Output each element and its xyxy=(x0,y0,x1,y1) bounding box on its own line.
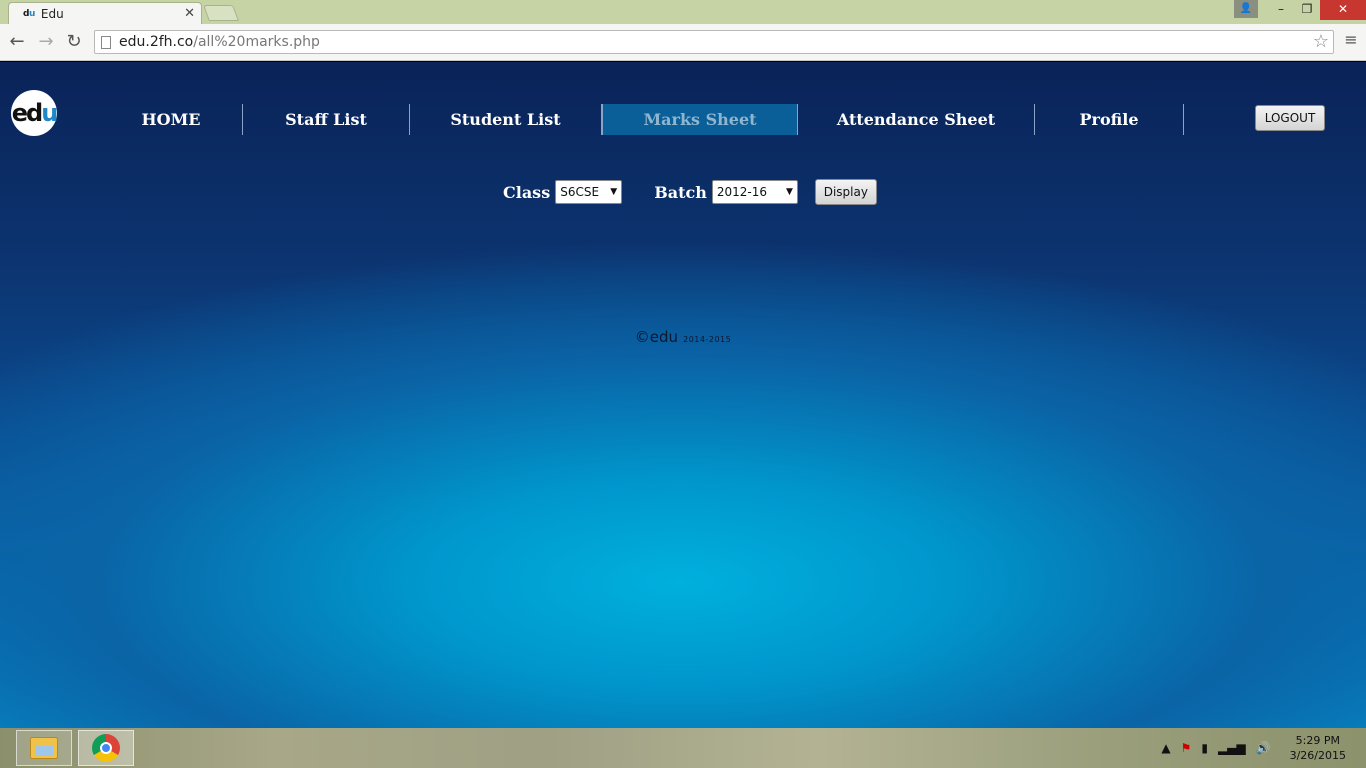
reload-icon[interactable]: ↻ xyxy=(62,30,86,54)
clock-date: 3/26/2015 xyxy=(1289,749,1346,762)
restore-icon[interactable]: ❐ xyxy=(1294,0,1320,20)
page-icon xyxy=(101,35,111,49)
tab-title: Edu xyxy=(40,6,64,21)
show-hidden-icons-icon[interactable]: ▲ xyxy=(1161,741,1170,755)
logout-button[interactable]: LOGOUT xyxy=(1255,105,1325,131)
action-center-flag-icon[interactable]: ⚑ xyxy=(1181,741,1192,755)
batch-select[interactable]: 2012-16 ▼ xyxy=(711,180,798,204)
display-button[interactable]: Display xyxy=(814,179,877,205)
nav-attendance-sheet[interactable]: Attendance Sheet xyxy=(798,104,1035,135)
window-close-icon[interactable]: ✕ xyxy=(1320,0,1366,20)
volume-icon[interactable]: 🔊 xyxy=(1256,741,1271,755)
dropdown-arrow-icon: ▼ xyxy=(785,187,793,197)
page-footer: ©edu 2014-2015 xyxy=(0,327,1366,346)
battery-icon[interactable]: ▮ xyxy=(1201,741,1208,755)
window-controls: – ❐ ✕ xyxy=(1268,0,1366,20)
bookmark-star-icon[interactable]: ☆ xyxy=(1313,31,1329,53)
nav-staff-list[interactable]: Staff List xyxy=(243,104,410,135)
footer-copyright: ©edu xyxy=(634,328,679,346)
folder-icon xyxy=(30,737,58,759)
nav-student-list[interactable]: Student List xyxy=(410,104,602,135)
class-label: Class xyxy=(503,182,551,202)
main-navigation: HOME Staff List Student List Marks Sheet… xyxy=(100,104,1184,135)
footer-years: 2014-2015 xyxy=(683,335,732,344)
windows-taskbar: ▲ ⚑ ▮ ▂▄▆ 🔊 5:29 PM 3/26/2015 xyxy=(0,728,1366,768)
user-profile-icon[interactable]: 👤 xyxy=(1234,0,1258,18)
tab-close-icon[interactable]: ✕ xyxy=(184,6,195,21)
browser-toolbar: ← → ↻ edu.2fh.co/all%20marks.php ☆ ≡ xyxy=(0,24,1366,61)
back-arrow-icon[interactable]: ← xyxy=(5,30,29,54)
nav-home[interactable]: HOME xyxy=(100,104,243,135)
network-signal-icon[interactable]: ▂▄▆ xyxy=(1218,741,1246,755)
batch-select-value: 2012-16 xyxy=(716,185,767,199)
new-tab-button[interactable] xyxy=(203,5,239,21)
class-select-value: S6CSE xyxy=(560,185,600,199)
chrome-taskbar-button[interactable] xyxy=(78,730,134,766)
file-explorer-button[interactable] xyxy=(16,730,72,766)
class-select[interactable]: S6CSE ▼ xyxy=(555,180,623,204)
browser-tab[interactable]: du Edu ✕ xyxy=(8,2,202,24)
edu-logo[interactable]: edu xyxy=(11,90,58,136)
nav-marks-sheet[interactable]: Marks Sheet xyxy=(602,104,798,135)
browser-titlebar: du Edu ✕ 👤 – ❐ ✕ xyxy=(0,0,1366,24)
url-path: /all%20marks.php xyxy=(193,34,320,50)
batch-label: Batch xyxy=(654,182,707,202)
page-content: edu HOME Staff List Student List Marks S… xyxy=(0,62,1366,728)
chrome-icon xyxy=(92,734,120,762)
edu-favicon-icon: du xyxy=(23,8,35,19)
browser-menu-icon[interactable]: ≡ xyxy=(1344,32,1358,48)
marks-filter-form: Class S6CSE ▼ Batch 2012-16 ▼ Display xyxy=(503,179,877,205)
clock-time: 5:29 PM xyxy=(1295,734,1340,747)
taskbar-clock[interactable]: 5:29 PM 3/26/2015 xyxy=(1290,733,1346,763)
nav-profile[interactable]: Profile xyxy=(1035,104,1184,135)
minimize-icon[interactable]: – xyxy=(1268,0,1294,20)
forward-arrow-icon[interactable]: → xyxy=(34,30,58,54)
dropdown-arrow-icon: ▼ xyxy=(610,187,618,197)
system-tray: ▲ ⚑ ▮ ▂▄▆ 🔊 5:29 PM 3/26/2015 xyxy=(1156,728,1346,768)
address-bar[interactable]: edu.2fh.co/all%20marks.php ☆ xyxy=(94,30,1334,54)
url-host: edu.2fh.co xyxy=(119,34,194,50)
